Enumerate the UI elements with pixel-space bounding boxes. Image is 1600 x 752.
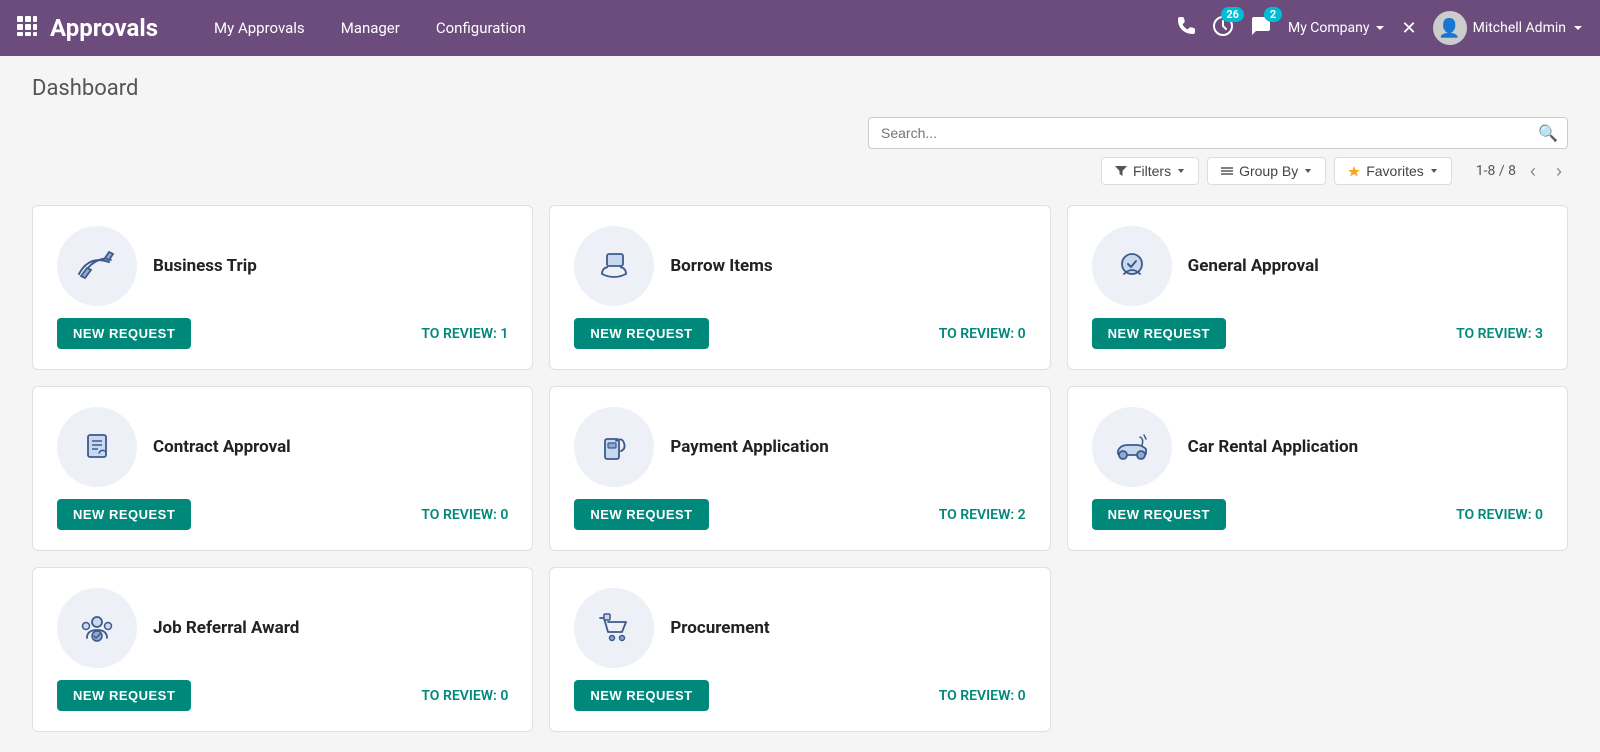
card-title: Payment Application <box>670 437 828 457</box>
contract-approval-icon <box>57 407 137 487</box>
main-content: Dashboard 🔍 Filters Group By Favorites <box>0 56 1600 752</box>
card-bottom: NEW REQUEST TO REVIEW: 0 <box>574 318 1025 349</box>
app-name: Approvals <box>50 14 158 42</box>
new-request-button[interactable]: NEW REQUEST <box>574 318 708 349</box>
close-icon[interactable]: ✕ <box>1402 18 1417 39</box>
page-title: Dashboard <box>32 76 1568 101</box>
card-title: General Approval <box>1188 256 1319 276</box>
card-car-rental[interactable]: Car Rental Application NEW REQUEST TO RE… <box>1067 386 1568 551</box>
new-request-button[interactable]: NEW REQUEST <box>57 499 191 530</box>
card-borrow-items[interactable]: Borrow Items NEW REQUEST TO REVIEW: 0 <box>549 205 1050 370</box>
user-menu[interactable]: 👤 Mitchell Admin <box>1433 11 1584 45</box>
card-title: Car Rental Application <box>1188 437 1358 457</box>
new-request-button[interactable]: NEW REQUEST <box>1092 499 1226 530</box>
search-icon[interactable]: 🔍 <box>1538 124 1558 143</box>
cards-grid: Business Trip NEW REQUEST TO REVIEW: 1 <box>32 205 1568 732</box>
new-request-button[interactable]: NEW REQUEST <box>574 499 708 530</box>
card-bottom: NEW REQUEST TO REVIEW: 0 <box>1092 499 1543 530</box>
card-top: General Approval <box>1092 226 1543 306</box>
card-bottom: NEW REQUEST TO REVIEW: 2 <box>574 499 1025 530</box>
general-approval-icon <box>1092 226 1172 306</box>
nav-my-approvals[interactable]: My Approvals <box>198 13 321 43</box>
next-page-button[interactable]: › <box>1550 159 1568 184</box>
card-top: Payment Application <box>574 407 1025 487</box>
to-review-count: TO REVIEW: 3 <box>1456 326 1543 342</box>
to-review-count: TO REVIEW: 1 <box>421 326 508 342</box>
notifications-badge: 26 <box>1221 7 1244 22</box>
procurement-icon <box>574 588 654 668</box>
to-review-count: TO REVIEW: 2 <box>939 507 1026 523</box>
phone-icon[interactable] <box>1176 16 1196 41</box>
borrow-items-icon <box>574 226 654 306</box>
page-info: 1-8 / 8 <box>1476 163 1516 179</box>
card-title: Job Referral Award <box>153 618 299 638</box>
new-request-button[interactable]: NEW REQUEST <box>1092 318 1226 349</box>
to-review-count: TO REVIEW: 0 <box>939 326 1026 342</box>
nav-manager[interactable]: Manager <box>325 13 416 43</box>
to-review-count: TO REVIEW: 0 <box>939 688 1026 704</box>
card-bottom: NEW REQUEST TO REVIEW: 3 <box>1092 318 1543 349</box>
card-procurement[interactable]: Procurement NEW REQUEST TO REVIEW: 0 <box>549 567 1050 732</box>
card-top: Borrow Items <box>574 226 1025 306</box>
card-bottom: NEW REQUEST TO REVIEW: 0 <box>574 680 1025 711</box>
search-wrap: 🔍 <box>868 117 1568 149</box>
card-bottom: NEW REQUEST TO REVIEW: 1 <box>57 318 508 349</box>
search-bar-row: 🔍 <box>32 117 1568 149</box>
messages-badge: 2 <box>1264 7 1282 22</box>
search-input[interactable] <box>868 117 1568 149</box>
card-bottom: NEW REQUEST TO REVIEW: 0 <box>57 499 508 530</box>
card-general-approval[interactable]: General Approval NEW REQUEST TO REVIEW: … <box>1067 205 1568 370</box>
card-contract-approval[interactable]: Contract Approval NEW REQUEST TO REVIEW:… <box>32 386 533 551</box>
card-bottom: NEW REQUEST TO REVIEW: 0 <box>57 680 508 711</box>
new-request-button[interactable]: NEW REQUEST <box>57 680 191 711</box>
card-title: Business Trip <box>153 256 257 276</box>
car-rental-icon <box>1092 407 1172 487</box>
card-job-referral[interactable]: Job Referral Award NEW REQUEST TO REVIEW… <box>32 567 533 732</box>
prev-page-button[interactable]: ‹ <box>1524 159 1542 184</box>
new-request-button[interactable]: NEW REQUEST <box>574 680 708 711</box>
filter-row: Filters Group By Favorites 1-8 / 8 ‹ › <box>32 157 1568 185</box>
to-review-count: TO REVIEW: 0 <box>421 507 508 523</box>
job-referral-icon <box>57 588 137 668</box>
groupby-button[interactable]: Group By <box>1207 157 1326 185</box>
messages-icon[interactable]: 2 <box>1250 15 1272 42</box>
avatar: 👤 <box>1433 11 1467 45</box>
topbar-right: 26 2 My Company ✕ 👤 Mitchell Admin <box>1176 11 1584 45</box>
card-top: Procurement <box>574 588 1025 668</box>
grid-icon[interactable] <box>16 15 38 42</box>
payment-application-icon <box>574 407 654 487</box>
card-business-trip[interactable]: Business Trip NEW REQUEST TO REVIEW: 1 <box>32 205 533 370</box>
activity-icon[interactable]: 26 <box>1212 15 1234 42</box>
new-request-button[interactable]: NEW REQUEST <box>57 318 191 349</box>
card-top: Business Trip <box>57 226 508 306</box>
card-top: Car Rental Application <box>1092 407 1543 487</box>
favorites-button[interactable]: Favorites <box>1334 157 1452 185</box>
card-payment-application[interactable]: Payment Application NEW REQUEST TO REVIE… <box>549 386 1050 551</box>
topbar: Approvals My Approvals Manager Configura… <box>0 0 1600 56</box>
card-top: Job Referral Award <box>57 588 508 668</box>
top-nav: My Approvals Manager Configuration <box>198 13 1176 43</box>
company-selector[interactable]: My Company <box>1288 20 1386 36</box>
card-title: Borrow Items <box>670 256 772 276</box>
card-title: Contract Approval <box>153 437 291 457</box>
business-trip-icon <box>57 226 137 306</box>
to-review-count: TO REVIEW: 0 <box>421 688 508 704</box>
nav-configuration[interactable]: Configuration <box>420 13 542 43</box>
card-title: Procurement <box>670 618 769 638</box>
card-top: Contract Approval <box>57 407 508 487</box>
filters-button[interactable]: Filters <box>1101 157 1199 185</box>
to-review-count: TO REVIEW: 0 <box>1456 507 1543 523</box>
